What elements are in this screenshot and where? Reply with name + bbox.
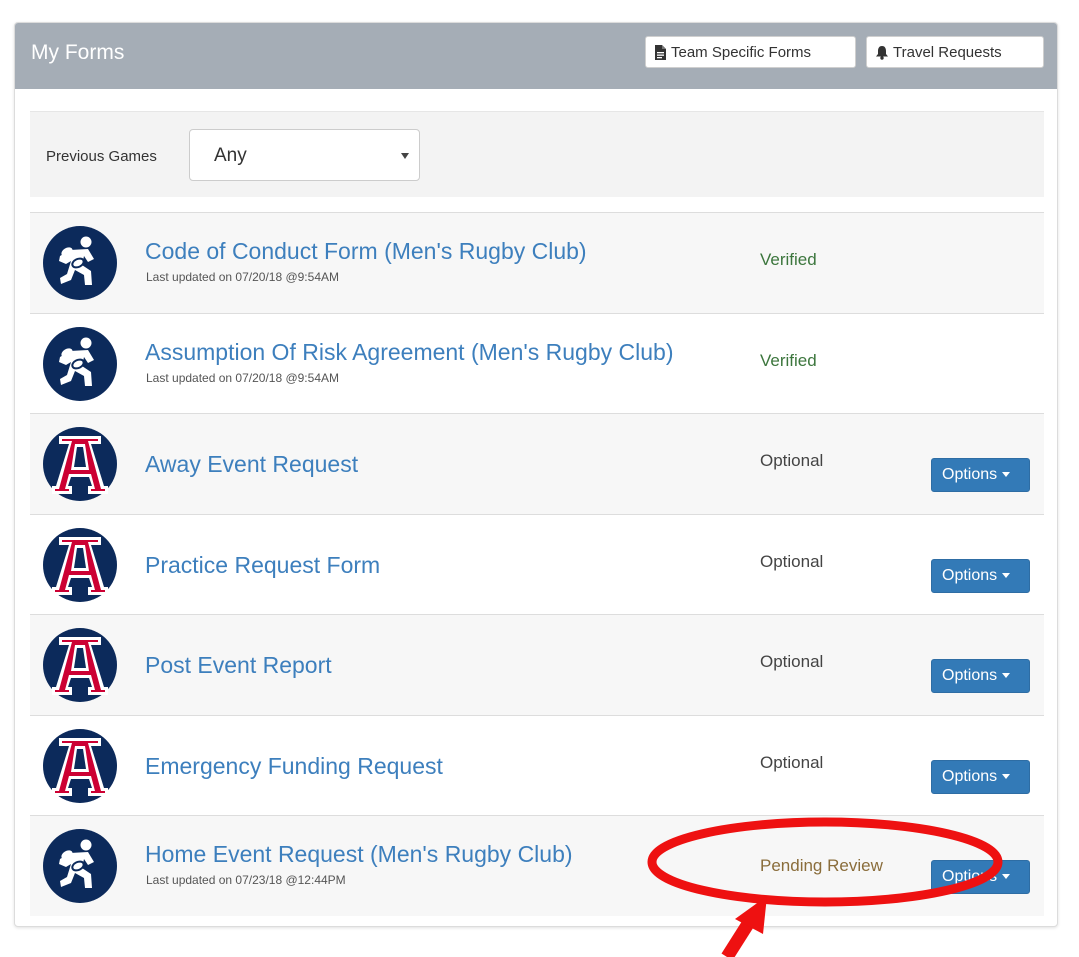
form-row: Practice Request Form Optional Options [30, 513, 1044, 614]
options-dropdown-button[interactable]: Options [931, 558, 1030, 593]
form-row: Home Event Request (Men's Rugby Club) Las… [30, 815, 1044, 916]
form-team: (Men's Rugby Club) [384, 238, 587, 264]
status-label: Verified [760, 250, 817, 269]
options-label: Options [942, 868, 998, 885]
rugby-club-logo [42, 225, 118, 301]
caret-down-icon [1002, 673, 1011, 678]
previous-games-label: Previous Games [46, 148, 157, 165]
form-row: Away Event Request Optional Options [30, 413, 1044, 514]
team-specific-forms-button[interactable]: Team Specific Forms [645, 36, 856, 68]
forms-list: Code of Conduct Form (Men's Rugby Club) L… [30, 212, 1044, 916]
form-title: Practice Request Form [145, 551, 381, 578]
status-label: Verified [760, 350, 817, 370]
status-label: Optional [760, 752, 824, 772]
panel-header: My Forms Team Specific Forms Travel Requ… [15, 23, 1057, 89]
university-a-logo [42, 627, 118, 703]
status-label: Optional [760, 551, 824, 571]
university-a-logo [42, 426, 118, 502]
bell-icon [876, 45, 888, 60]
options-label: Options [942, 767, 998, 785]
options-label: Options [942, 566, 998, 584]
form-title: Emergency Funding Request [145, 752, 443, 779]
last-updated-text: Last updated on 07/20/18 @9:54AM [146, 270, 339, 284]
rugby-club-logo [42, 326, 118, 402]
rugby-club-logo [42, 828, 118, 904]
form-title: Post Event Report [145, 652, 332, 678]
form-team: (Men's Rugby Club) [370, 841, 573, 867]
caret-down-icon [1002, 572, 1011, 578]
last-updated-text: Last updated on 07/23/18 @12:44PM [146, 873, 346, 887]
options-dropdown-button[interactable]: Options [931, 458, 1030, 492]
form-title: Code of Conduct Form [145, 238, 378, 264]
options-dropdown-button[interactable]: Options [931, 659, 1030, 693]
form-title-link[interactable]: Assumption Of Risk Agreement (Men's Rugb… [145, 339, 674, 366]
filter-bar: Previous Games Any [30, 111, 1044, 197]
options-label: Options [942, 667, 998, 684]
document-icon [655, 44, 666, 60]
previous-games-value: Any [214, 145, 247, 166]
options-dropdown-button[interactable]: Options [931, 759, 1030, 794]
status-label: Optional [760, 451, 824, 470]
caret-down-icon [1002, 874, 1011, 879]
form-title: Assumption Of Risk Agreement [145, 338, 465, 365]
travel-requests-button[interactable]: Travel Requests [866, 36, 1044, 68]
options-dropdown-button[interactable]: Options [931, 860, 1030, 894]
form-title-link[interactable]: Practice Request Form [145, 552, 380, 579]
status-label: Optional [760, 652, 824, 671]
options-label: Options [942, 466, 998, 483]
form-team: (Men's Rugby Club) [470, 338, 674, 365]
form-row: Code of Conduct Form (Men's Rugby Club) L… [30, 212, 1044, 313]
form-title-link[interactable]: Post Event Report [145, 652, 332, 679]
form-row: Assumption Of Risk Agreement (Men's Rugb… [30, 312, 1044, 413]
form-row: Post Event Report Optional Options [30, 614, 1044, 715]
form-title-link[interactable]: Emergency Funding Request [145, 753, 443, 780]
caret-down-icon [1002, 472, 1011, 477]
university-a-logo [42, 728, 118, 804]
status-label: Pending Review [760, 856, 883, 875]
form-title: Home Event Request [145, 841, 364, 867]
university-a-logo [42, 527, 118, 603]
page-title: My Forms [31, 41, 125, 64]
form-title-link[interactable]: Away Event Request [145, 451, 358, 478]
chevron-down-icon [401, 153, 409, 159]
previous-games-select[interactable]: Any [189, 129, 420, 181]
form-title-link[interactable]: Home Event Request (Men's Rugby Club) [145, 841, 573, 868]
last-updated-text: Last updated on 07/20/18 @9:54AM [146, 370, 339, 385]
team-specific-forms-label: Team Specific Forms [671, 43, 812, 61]
form-title: Away Event Request [145, 451, 359, 477]
form-row: Emergency Funding Request Optional Options [30, 714, 1044, 815]
caret-down-icon [1002, 773, 1011, 779]
my-forms-panel: My Forms Team Specific Forms Travel Requ… [14, 22, 1058, 927]
travel-requests-label: Travel Requests [893, 43, 1002, 61]
form-title-link[interactable]: Code of Conduct Form (Men's Rugby Club) [145, 238, 587, 265]
